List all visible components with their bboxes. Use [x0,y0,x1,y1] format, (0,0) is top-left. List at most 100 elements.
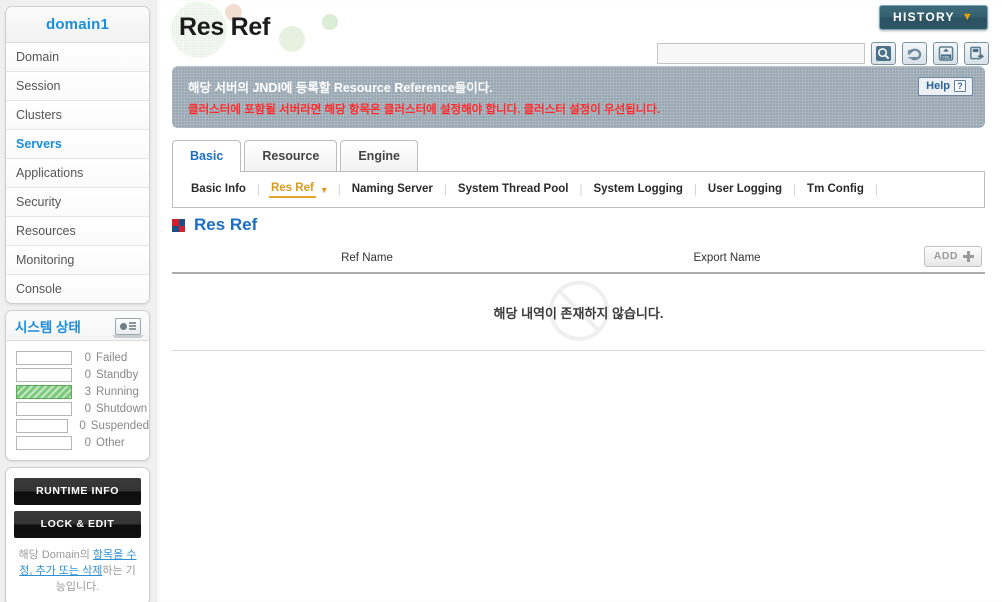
subnav-item-res-ref[interactable]: Res Ref [268,182,316,198]
status-count-running: 3 [84,385,91,398]
system-status-panel: 시스템 상태 0 Failed 0 Standby 3 Running 0 Shutdown 0… [5,310,150,461]
question-mark-icon: ? [954,80,966,92]
status-label-standby: Standby [96,368,139,381]
sidebar-item-console[interactable]: Console [6,275,149,303]
subnav-separator: | [256,183,260,196]
table-body: 해당 내역이 존재하지 않습니다. [172,274,985,351]
status-row-running: 3 Running [6,383,149,400]
status-bar-suspended [16,418,68,433]
status-count-suspended: 0 [79,419,86,432]
system-status-rows: 0 Failed 0 Standby 3 Running 0 Shutdown 0 Suspend… [6,341,149,460]
lock-and-edit-button[interactable]: LOCK & EDIT [14,511,141,538]
domain-nav-panel: domain1 Domain Session Clusters Servers Appl… [5,6,150,304]
tab-resource[interactable]: Resource [244,140,338,171]
status-row-failed: 0 Failed [6,349,149,366]
res-ref-table: Ref Name Export Name ADD 해당 내역이 존재하지 않습니… [172,244,985,351]
history-button[interactable]: HISTORY ▼ [879,5,988,30]
status-count-shutdown: 0 [84,402,91,415]
info-banner: 해당 서버의 JNDI에 등록할 Resource Reference들이다. … [172,66,985,128]
sidebar-nav-list: Domain Session Clusters Servers Applications… [6,43,149,303]
subnav-separator: | [579,183,583,196]
table-header-row: Ref Name Export Name ADD [172,244,985,274]
runtime-info-button[interactable]: RUNTIME INFO [14,478,141,505]
subnav-separator: | [443,183,447,196]
laptop-chart-icon [113,317,143,338]
sidebar-item-monitoring[interactable]: Monitoring [6,246,149,275]
sidebar-item-session[interactable]: Session [6,72,149,101]
empty-state-message: 해당 내역이 존재하지 않습니다. [493,305,664,321]
decorative-circle-green-icon [279,26,305,52]
status-bar-standby [16,367,72,382]
subnav-item-system-thread-pool[interactable]: System Thread Pool [456,183,571,197]
subnav-item-naming-server[interactable]: Naming Server [350,183,435,197]
search-icon[interactable] [871,42,896,65]
status-bar-failed [16,350,72,365]
domain-title: domain1 [6,7,149,43]
status-label-shutdown: Shutdown [96,402,148,415]
search-toolbar: XML [657,42,989,65]
tab-engine[interactable]: Engine [340,140,419,171]
history-button-label: HISTORY [893,10,955,24]
application-window: domain1 Domain Session Clusters Servers Appl… [0,0,1002,602]
status-count-standby: 0 [84,368,91,381]
main-content: Res Ref HISTORY ▼ XML 해당 서버의 JNDI에 등록할 R… [155,0,1002,602]
subnav-item-system-logging[interactable]: System Logging [591,183,684,197]
refresh-icon[interactable] [902,42,927,65]
status-bar-running [16,384,72,399]
status-row-standby: 0 Standby [6,366,149,383]
sub-navigation: Basic Info | Res Ref ▼ | Naming Server | System… [172,172,985,208]
subnav-item-basic-info[interactable]: Basic Info [189,183,248,197]
status-label-failed: Failed [96,351,128,364]
section-title: Res Ref [194,215,258,234]
status-row-other: 0 Other [6,434,149,451]
subnav-separator: | [793,183,797,196]
sidebar-item-clusters[interactable]: Clusters [6,101,149,130]
tab-strip: Basic Resource Engine [172,140,985,172]
decorative-circle-small-icon [322,14,338,30]
subnav-caret-down-icon[interactable]: ▼ [320,185,329,195]
svg-text:XML: XML [941,54,950,59]
tab-basic[interactable]: Basic [172,140,242,172]
section-heading: Res Ref [172,215,257,235]
info-banner-primary-text: 해당 서버의 JNDI에 등록할 Resource Reference들이다. [188,81,493,95]
help-button[interactable]: Help ? [918,77,973,96]
subnav-separator: | [337,183,341,196]
plus-icon [963,250,974,262]
system-status-header: 시스템 상태 [6,311,149,341]
sidebar-item-security[interactable]: Security [6,188,149,217]
status-count-failed: 0 [84,351,91,364]
status-bar-other [16,435,72,450]
status-count-other: 0 [84,436,91,449]
column-header-ref-name: Ref Name [341,252,393,264]
subnav-separator: | [874,183,878,196]
info-banner-warning-text: 클러스터에 포함될 서버라면 해당 항목은 클러스터에 설정해야 합니다. 클러… [188,104,661,116]
chevron-down-icon: ▼ [961,10,974,23]
square-marker-icon [172,218,185,232]
search-input[interactable] [657,43,865,64]
status-label-running: Running [96,385,139,398]
sidebar: domain1 Domain Session Clusters Servers Appl… [0,0,155,602]
subnav-item-tm-config[interactable]: Tm Config [805,183,866,197]
status-row-shutdown: 0 Shutdown [6,400,149,417]
system-status-title: 시스템 상태 [15,320,81,335]
add-button-label: ADD [933,250,958,262]
help-button-label: Help [926,80,950,92]
subnav-separator: | [693,183,697,196]
status-bar-shutdown [16,401,72,416]
xml-export-icon[interactable]: XML [933,42,958,65]
status-label-suspended: Suspended [90,419,149,432]
status-label-other: Other [96,436,125,449]
sidebar-item-applications[interactable]: Applications [6,159,149,188]
subnav-item-user-logging[interactable]: User Logging [706,183,784,197]
add-button[interactable]: ADD [923,246,982,267]
page-title: Res Ref [179,13,270,41]
sidebar-item-domain[interactable]: Domain [6,43,149,72]
sidebar-item-resources[interactable]: Resources [6,217,149,246]
column-header-export-name: Export Name [693,252,761,264]
action-panel: RUNTIME INFO LOCK & EDIT 해당 Domain의 항목을 … [5,467,150,602]
help-text-prefix: 해당 Domain의 [18,549,93,561]
sidebar-item-servers[interactable]: Servers [6,130,149,159]
save-export-icon[interactable] [964,42,989,65]
status-row-suspended: 0 Suspended [6,417,149,434]
action-help-text: 해당 Domain의 항목을 수정, 추가 또는 삭제하는 기능입니다. [14,544,141,596]
